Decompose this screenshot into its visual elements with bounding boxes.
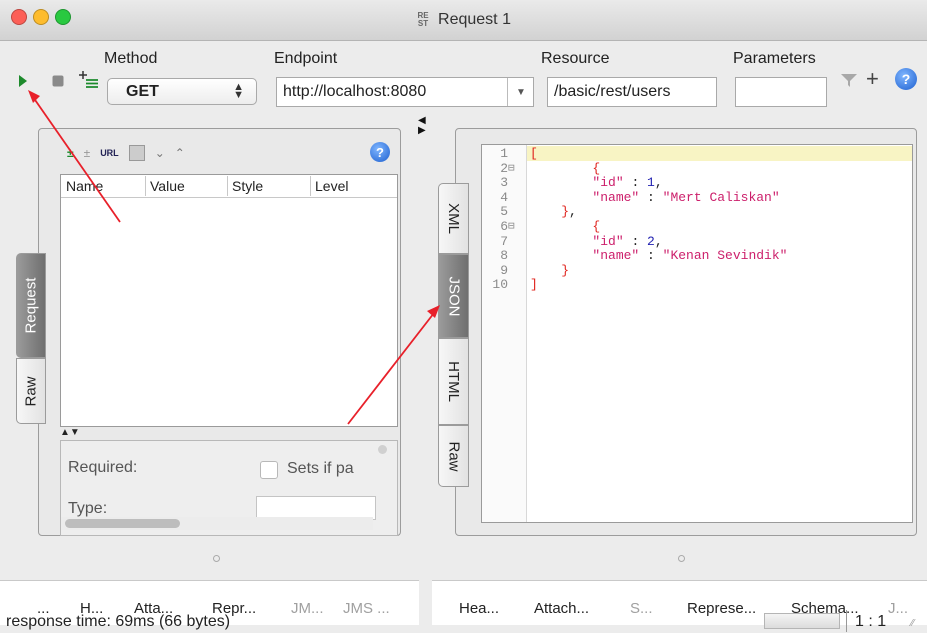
arrow-to-run-button bbox=[32, 96, 121, 223]
arrow-to-json-tab bbox=[347, 312, 435, 425]
arrowhead-icon bbox=[28, 90, 40, 103]
arrowhead-icon bbox=[427, 305, 440, 318]
annotation-arrows bbox=[28, 90, 440, 425]
